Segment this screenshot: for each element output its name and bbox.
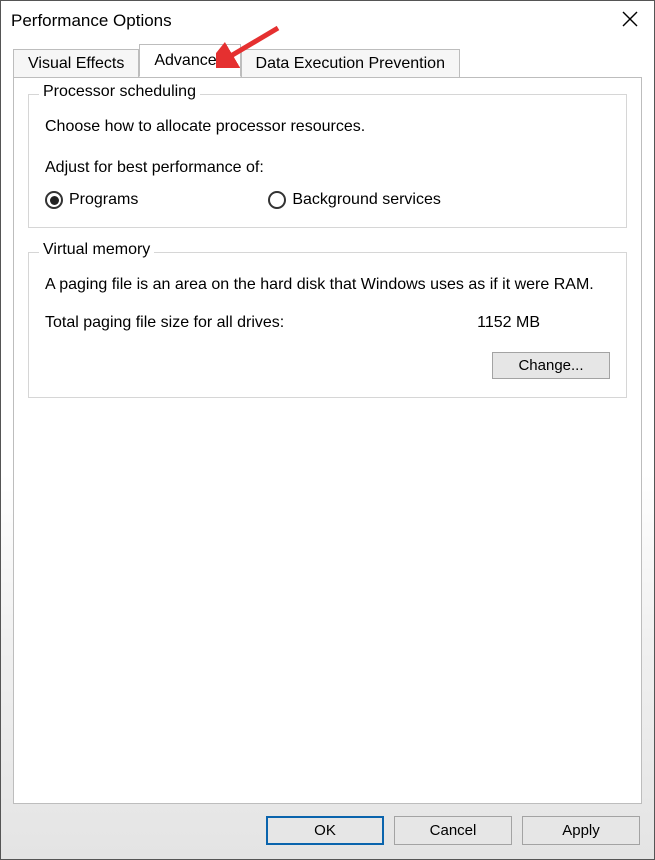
radio-group-performance: Programs Background services — [45, 191, 610, 209]
tab-visual-effects[interactable]: Visual Effects — [13, 49, 139, 78]
window-title: Performance Options — [11, 11, 172, 31]
virtual-memory-description: A paging file is an area on the hard dis… — [45, 273, 610, 296]
tab-panel-advanced: Processor scheduling Choose how to alloc… — [13, 77, 642, 804]
paging-file-row: Total paging file size for all drives: 1… — [45, 314, 610, 332]
radio-icon — [45, 191, 63, 209]
change-button[interactable]: Change... — [492, 352, 610, 379]
apply-button[interactable]: Apply — [522, 816, 640, 845]
paging-file-value: 1152 MB — [477, 314, 540, 332]
radio-background-services[interactable]: Background services — [268, 191, 441, 209]
tab-advanced[interactable]: Advanced — [139, 44, 240, 77]
tab-data-execution-prevention[interactable]: Data Execution Prevention — [241, 49, 460, 78]
radio-icon — [268, 191, 286, 209]
titlebar: Performance Options — [1, 1, 654, 39]
paging-file-label: Total paging file size for all drives: — [45, 314, 284, 332]
radio-background-label: Background services — [292, 191, 441, 209]
tabstrip: Visual Effects Advanced Data Execution P… — [1, 43, 654, 77]
virtual-memory-group: Virtual memory A paging file is an area … — [28, 252, 627, 398]
radio-programs[interactable]: Programs — [45, 191, 138, 209]
radio-programs-label: Programs — [69, 191, 138, 209]
cancel-button[interactable]: Cancel — [394, 816, 512, 845]
processor-scheduling-description: Choose how to allocate processor resourc… — [45, 115, 610, 138]
adjust-performance-label: Adjust for best performance of: — [45, 156, 610, 179]
virtual-memory-legend: Virtual memory — [39, 241, 154, 259]
processor-scheduling-group: Processor scheduling Choose how to alloc… — [28, 94, 627, 228]
ok-button[interactable]: OK — [266, 816, 384, 845]
dialog-footer: OK Cancel Apply — [1, 804, 654, 859]
performance-options-dialog: Performance Options Visual Effects Advan… — [0, 0, 655, 860]
processor-scheduling-legend: Processor scheduling — [39, 83, 200, 101]
close-icon[interactable] — [616, 7, 644, 34]
